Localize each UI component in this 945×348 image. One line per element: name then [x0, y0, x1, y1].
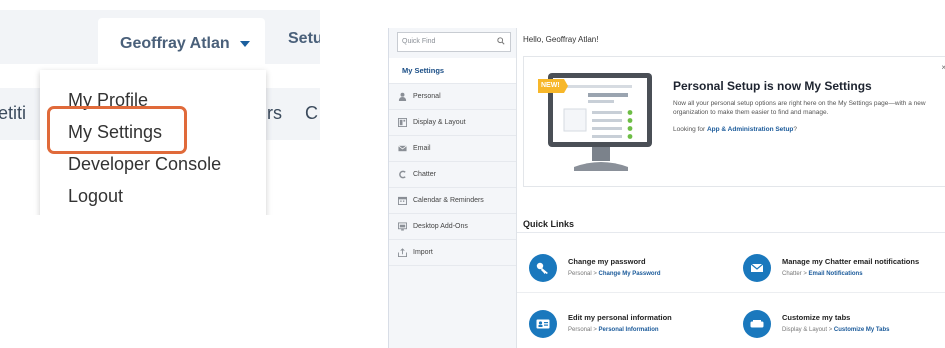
sidebar-item-personal[interactable]: Personal: [389, 84, 516, 110]
sidebar-item-label: Desktop Add-Ons: [413, 223, 468, 230]
user-name: Geoffray Atlan: [120, 35, 230, 52]
sidebar-item-email[interactable]: Email: [389, 136, 516, 162]
change-my-password-link[interactable]: Change My Password: [599, 271, 661, 277]
promo-link-prefix: Looking for: [673, 126, 706, 133]
import-icon: [398, 248, 407, 257]
sidebar-item-chatter[interactable]: Chatter: [389, 162, 516, 188]
sidebar-item-desktop-add-ons[interactable]: Desktop Add-Ons: [389, 214, 516, 240]
app-admin-setup-link[interactable]: App & Administration Setup: [707, 126, 793, 133]
sidebar-item-label: Import: [413, 249, 433, 256]
promo-title: Personal Setup is now My Settings: [673, 79, 872, 93]
quick-link-title: Manage my Chatter email notifications: [782, 257, 920, 266]
close-icon[interactable]: ×: [941, 63, 945, 72]
sidebar-item-display-layout[interactable]: Display & Layout: [389, 110, 516, 136]
highlight-box: [47, 106, 187, 154]
settings-page: Quick Find My Settings Personal Display …: [388, 28, 945, 348]
caret-down-icon: [239, 41, 250, 47]
divider: [517, 232, 945, 233]
divider: [517, 292, 945, 293]
setup-link[interactable]: Setu: [288, 30, 320, 48]
sidebar-item-label: My Settings: [402, 66, 445, 75]
user-menu-panel: etiti rs C Setu Geoffray Atlan My Profil…: [0, 0, 320, 215]
tab-fragment: C: [305, 103, 318, 123]
sidebar-item-calendar-reminders[interactable]: Calendar & Reminders: [389, 188, 516, 214]
quick-link-crumb: Personal > Change My Password: [568, 271, 661, 277]
quick-link-title: Edit my personal information: [568, 313, 672, 322]
sidebar-item-label: Display & Layout: [413, 119, 466, 126]
sidebar-item-label: Calendar & Reminders: [413, 197, 484, 204]
user-menu-button[interactable]: Geoffray Atlan: [98, 18, 265, 70]
customize-my-tabs-link[interactable]: Customize My Tabs: [834, 327, 890, 333]
new-badge: NEW!: [541, 82, 560, 89]
sidebar-item-label: Personal: [413, 93, 441, 100]
greeting: Hello, Geoffray Atlan!: [523, 35, 599, 44]
tab-fragment: etiti: [0, 103, 27, 123]
quick-find-placeholder: Quick Find: [402, 38, 436, 45]
menu-item-developer-console[interactable]: Developer Console: [68, 154, 221, 175]
quick-link-crumb: Personal > Personal Information: [568, 327, 659, 333]
search-icon: [497, 37, 505, 45]
desktop-icon: [398, 222, 407, 231]
email-icon: [398, 145, 407, 152]
quick-link-chatter-notifications[interactable]: Manage my Chatter email notifications Ch…: [743, 254, 919, 282]
settings-sidebar: Quick Find My Settings Personal Display …: [389, 28, 517, 348]
settings-main: Hello, Geoffray Atlan! × NEW! Personal S…: [517, 28, 945, 348]
person-icon: [398, 92, 407, 101]
quick-link-crumb: Chatter > Email Notifications: [782, 271, 863, 277]
sidebar-item-label: Email: [413, 145, 431, 152]
chatter-icon: [399, 170, 406, 179]
calendar-icon: [398, 196, 407, 205]
promo-description: Now all your personal setup options are …: [673, 100, 926, 116]
promo-link-row: Looking for App & Administration Setup?: [673, 126, 797, 133]
tab-fragment: rs: [267, 103, 282, 123]
sidebar-item-label: Chatter: [413, 171, 436, 178]
quick-link-change-password[interactable]: Change my password Personal > Change My …: [529, 254, 661, 282]
menu-item-logout[interactable]: Logout: [68, 186, 123, 207]
quick-link-title: Customize my tabs: [782, 313, 851, 322]
email-notifications-link[interactable]: Email Notifications: [809, 271, 863, 277]
sidebar-item-import[interactable]: Import: [389, 240, 516, 266]
quick-link-personal-information[interactable]: Edit my personal information Personal > …: [529, 310, 672, 338]
quick-link-crumb: Display & Layout > Customize My Tabs: [782, 327, 890, 333]
personal-information-link[interactable]: Personal Information: [599, 327, 659, 333]
quick-links-title: Quick Links: [523, 219, 575, 229]
quick-link-customize-tabs[interactable]: Customize my tabs Display & Layout > Cus…: [743, 310, 889, 338]
quick-link-title: Change my password: [568, 257, 646, 266]
id-card-icon: [529, 310, 557, 338]
quick-find-input[interactable]: Quick Find: [397, 32, 511, 52]
promo-card: × NEW! Personal Setup is now My Settings…: [523, 56, 945, 187]
tabs-icon: [743, 310, 771, 338]
promo-link-suffix: ?: [793, 126, 798, 133]
envelope-icon: [743, 254, 771, 282]
key-icon: [529, 254, 557, 282]
sidebar-item-my-settings[interactable]: My Settings: [389, 58, 516, 84]
layout-icon: [398, 118, 407, 127]
